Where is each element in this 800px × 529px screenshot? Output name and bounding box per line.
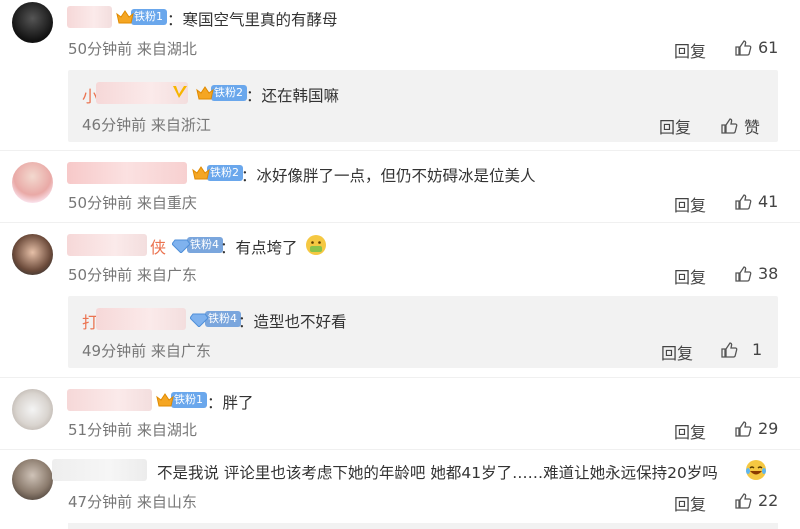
like-count: 29 bbox=[758, 419, 779, 438]
comment-time: 50分钟前 来自重庆 bbox=[68, 194, 197, 212]
like-button[interactable]: 41 bbox=[734, 192, 778, 211]
like-button[interactable]: 38 bbox=[734, 264, 778, 283]
comment-location: 来自广东 bbox=[150, 342, 211, 360]
comment-location: 来自浙江 bbox=[150, 116, 211, 134]
crown-icon bbox=[116, 10, 134, 24]
comment-item: 铁粉1 ：胖了 51分钟前 来自湖北 回复 29 bbox=[0, 379, 800, 445]
comment-text: ：胖了 bbox=[207, 394, 254, 412]
crown-icon bbox=[192, 166, 210, 180]
comment-time: 46分钟前 来自浙江 bbox=[82, 116, 211, 134]
like-button[interactable]: 61 bbox=[734, 38, 778, 57]
fan-badge[interactable]: 铁粉4 bbox=[190, 310, 241, 328]
crown-icon bbox=[156, 393, 174, 407]
diamond-icon bbox=[190, 313, 208, 327]
reply-button[interactable]: 回复 bbox=[674, 419, 706, 443]
comment-text: ：还在韩国嘛 bbox=[246, 87, 340, 105]
like-button[interactable]: 1 bbox=[720, 340, 762, 359]
like-count: 61 bbox=[758, 38, 779, 57]
username-blurred[interactable] bbox=[67, 234, 147, 256]
thumbs-up-icon bbox=[735, 420, 752, 437]
like-button[interactable]: 29 bbox=[734, 419, 778, 438]
comment-time: 47分钟前 来自山东 bbox=[68, 493, 197, 511]
verified-v-icon bbox=[173, 86, 187, 98]
username-blurred[interactable] bbox=[96, 308, 186, 330]
avatar[interactable] bbox=[12, 459, 53, 500]
comment-time: 50分钟前 来自广东 bbox=[68, 266, 197, 284]
fan-badge[interactable]: 铁粉1 bbox=[116, 8, 167, 26]
thumbs-up-icon bbox=[735, 492, 752, 509]
reply-button[interactable]: 回复 bbox=[674, 491, 706, 515]
like-button[interactable]: 22 bbox=[734, 491, 778, 510]
like-count: 赞 bbox=[744, 118, 761, 137]
username-blurred[interactable] bbox=[67, 162, 187, 184]
reply-button[interactable]: 回复 bbox=[674, 264, 706, 288]
thumbs-up-icon bbox=[735, 193, 752, 210]
thumbs-up-icon bbox=[735, 39, 752, 56]
fan-badge[interactable]: 铁粉2 bbox=[192, 164, 243, 182]
laugh-crying-emoji-icon bbox=[746, 460, 766, 480]
comment-item: 铁粉1 ：寒国空气里真的有酵母 50分钟前 来自湖北 回复 61 bbox=[0, 0, 800, 66]
username-blurred[interactable] bbox=[52, 459, 147, 481]
comment-text: ：有点垮了 bbox=[220, 239, 298, 257]
comment-time: 51分钟前 来自湖北 bbox=[68, 421, 197, 439]
thumbs-up-icon bbox=[721, 341, 738, 358]
comment-time: 49分钟前 来自广东 bbox=[82, 342, 211, 360]
reply-button[interactable]: 回复 bbox=[674, 192, 706, 216]
comment-location: 来自山东 bbox=[136, 493, 197, 511]
comment-item: 不是我说 评论里也该考虑下她的年龄吧 她都41岁了……难道让她永远保持20岁吗 … bbox=[0, 451, 800, 529]
thumbs-up-icon bbox=[735, 265, 752, 282]
divider bbox=[0, 150, 800, 151]
comment-location: 来自湖北 bbox=[136, 40, 197, 58]
divider bbox=[0, 449, 800, 450]
comment-location: 来自重庆 bbox=[136, 194, 197, 212]
comment-item: 铁粉2 ：冰好像胖了一点，但仍不妨碍冰是位美人 50分钟前 来自重庆 回复 41 bbox=[0, 152, 800, 218]
thumbs-up-icon bbox=[721, 118, 738, 134]
like-button[interactable]: 赞 bbox=[720, 114, 760, 138]
like-count: 38 bbox=[758, 264, 779, 283]
comment-text: ：造型也不好看 bbox=[238, 313, 347, 331]
diamond-icon bbox=[172, 239, 190, 253]
fan-badge[interactable]: 铁粉1 bbox=[156, 391, 207, 409]
username-blurred[interactable] bbox=[67, 389, 152, 411]
next-reply-thread-edge bbox=[68, 523, 778, 529]
comment-text: ：冰好像胖了一点，但仍不妨碍冰是位美人 bbox=[241, 167, 536, 185]
divider bbox=[0, 222, 800, 223]
reply-button[interactable]: 回复 bbox=[661, 340, 693, 364]
comment-location: 来自湖北 bbox=[136, 421, 197, 439]
comment-text: 不是我说 评论里也该考虑下她的年龄吧 她都41岁了……难道让她永远保持20岁吗 bbox=[157, 464, 718, 482]
reply-thread: 打 铁粉4 ：造型也不好看 49分钟前 来自广东 回复 1 bbox=[68, 296, 778, 368]
comment-location: 来自广东 bbox=[136, 266, 197, 284]
divider bbox=[0, 377, 800, 378]
reply-button[interactable]: 回复 bbox=[674, 38, 706, 62]
avatar[interactable] bbox=[12, 234, 53, 275]
comment-item: 侠 铁粉4 ：有点垮了 50分钟前 来自广东 回复 38 bbox=[0, 224, 800, 290]
avatar[interactable] bbox=[12, 162, 53, 203]
reply-button[interactable]: 回复 bbox=[659, 114, 691, 138]
crown-icon bbox=[196, 86, 214, 100]
fan-badge[interactable]: 铁粉2 bbox=[196, 84, 247, 102]
reply-thread: 小 铁粉2 ：还在韩国嘛 46分钟前 来自浙江 回复 赞 bbox=[68, 70, 778, 142]
comment-text: ：寒国空气里真的有酵母 bbox=[167, 11, 338, 29]
like-count: 1 bbox=[752, 340, 763, 359]
username-blurred[interactable] bbox=[67, 6, 112, 28]
sick-face-emoji-icon bbox=[306, 235, 326, 255]
avatar[interactable] bbox=[12, 2, 53, 43]
fan-badge[interactable]: 铁粉4 bbox=[172, 236, 223, 254]
like-count: 41 bbox=[758, 192, 779, 211]
like-count: 22 bbox=[758, 491, 779, 510]
comment-time: 50分钟前 来自湖北 bbox=[68, 40, 197, 58]
avatar[interactable] bbox=[12, 389, 53, 430]
username-suffix[interactable]: 侠 bbox=[150, 234, 166, 258]
